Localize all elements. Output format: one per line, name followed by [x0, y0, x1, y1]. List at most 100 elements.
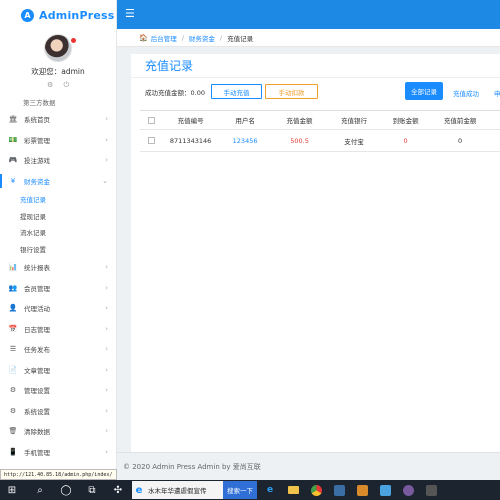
column-header[interactable]: 充值编号: [163, 115, 217, 125]
cog-icon: ⚙: [9, 406, 17, 415]
sidebar-item[interactable]: 🏛 系统首页 ›: [0, 109, 116, 130]
chrome-browser-icon[interactable]: [306, 480, 326, 500]
settings-icon: ⚙: [9, 386, 17, 395]
chevron-right-icon: ›: [105, 386, 108, 395]
sidebar-item[interactable]: 🗑 清除数据 ›: [0, 421, 116, 442]
select-all-checkbox[interactable]: [148, 116, 156, 124]
all-records-button[interactable]: 全部记录: [405, 82, 443, 100]
pinwheel-icon[interactable]: ✣: [110, 485, 126, 496]
chevron-right-icon: ›: [105, 345, 108, 354]
logo-icon: A: [21, 8, 34, 22]
all-records-label: 全部记录: [411, 88, 437, 96]
windows-start-icon[interactable]: ⊞: [4, 485, 20, 496]
sidebar-item[interactable]: ☰ 任务发布 ›: [0, 339, 116, 360]
column-header[interactable]: 用户名: [218, 115, 272, 125]
trash-icon: 🗑: [8, 427, 18, 436]
drive-app-icon[interactable]: [352, 480, 372, 500]
column-header[interactable]: 到账金额: [381, 115, 430, 125]
sidebar-subitem[interactable]: 提现记录: [0, 208, 116, 225]
sidebar-item-label: 彩票管理: [24, 136, 50, 145]
breadcrumb-current: 充值记录: [227, 34, 254, 43]
sidebar-subitem[interactable]: 流水记录: [0, 224, 116, 241]
sync-app-icon[interactable]: [375, 480, 395, 500]
manual-deduct-label: 手动扣款: [278, 88, 305, 97]
taskbar: ⊞ ⌕ ◯ ⧉ ✣ e 水木年华遭虐假宣传 搜索一下 e: [0, 480, 500, 500]
sidebar-item[interactable]: ⚙ 系统设置 ›: [0, 401, 116, 422]
file-explorer-icon[interactable]: [283, 480, 303, 500]
logo[interactable]: A AdminPress: [0, 0, 116, 30]
amount-cell: 500.5: [290, 136, 309, 145]
sidebar-item[interactable]: 🎮 投注游戏 ›: [0, 150, 116, 171]
edge-browser-icon[interactable]: e: [260, 480, 280, 500]
bar-chart-icon: 📊: [8, 263, 18, 272]
breadcrumb-parent[interactable]: 财务资金: [189, 33, 215, 43]
ie-search-button[interactable]: 搜索一下: [223, 481, 257, 499]
power-icon[interactable]: ⏻: [63, 81, 69, 89]
breadcrumb-home[interactable]: 后台管理: [151, 33, 177, 43]
task-view-icon[interactable]: ⧉: [84, 485, 100, 496]
sidebar-item[interactable]: 💵 彩票管理 ›: [0, 130, 116, 151]
divider: [131, 77, 500, 78]
breadcrumb: 🏠 后台管理 / 财务资金 / 充值记录: [117, 29, 500, 47]
sidebar-item-label: 代理活动: [24, 305, 50, 314]
username-cell[interactable]: 123456: [218, 137, 272, 145]
home-icon[interactable]: 🏠: [139, 34, 148, 42]
column-header[interactable]: 充值金额: [272, 115, 326, 125]
chevron-right-icon: ›: [105, 427, 108, 436]
sidebar-item-label: 投注游戏: [24, 157, 50, 166]
sidebar-item[interactable]: ⚙ 管理设置 ›: [0, 380, 116, 401]
filter-recharge-success-link[interactable]: 充值成功: [453, 88, 479, 98]
recharge-records-card: 充值记录 成功充值金额：0.00 手动充值 手动扣款 全部记录 充值成功 申 充…: [131, 54, 500, 452]
chevron-right-icon: ›: [105, 135, 108, 144]
gamepad-icon: 🎮: [8, 156, 18, 165]
agent-icon: 👤: [8, 304, 18, 313]
avatar[interactable]: [44, 34, 78, 62]
recharge-table: 充值编号 用户名 充值金额 充值银行 到账金额 充值前金额 8711343146…: [140, 110, 500, 152]
success-amount-label: 成功充值金额：0.00: [145, 89, 205, 97]
arrived-amount-cell: 0: [403, 136, 408, 145]
chevron-down-icon: ⌄: [102, 176, 108, 185]
sidebar-item[interactable]: 📅 日志管理 ›: [0, 319, 116, 340]
breadcrumb-separator: /: [219, 33, 223, 42]
sidebar-item[interactable]: 👥 会员管理 ›: [0, 278, 116, 299]
row-select-cell: [140, 137, 163, 144]
notification-badge-icon: [69, 36, 78, 45]
network-app-icon[interactable]: [329, 480, 349, 500]
hamburger-menu-icon[interactable]: ☰: [125, 7, 135, 20]
sidebar-item[interactable]: ¥ 财务资金 ⌄: [0, 171, 116, 192]
before-amount-cell: 0: [458, 136, 463, 145]
welcome-text: 欢迎您：admin: [31, 67, 85, 76]
document-icon: 📄: [8, 365, 18, 374]
breadcrumb-separator: /: [181, 33, 184, 42]
column-header[interactable]: 充值前金额: [430, 115, 490, 125]
manual-deduct-button[interactable]: 手动扣款: [265, 84, 318, 99]
sidebar-item[interactable]: 📊 统计报表 ›: [0, 257, 116, 278]
media-app-icon[interactable]: [398, 480, 418, 500]
sidebar-subitem[interactable]: 充值记录: [0, 191, 116, 208]
tray-app-icon[interactable]: [421, 480, 441, 500]
sidebar-item-label: 系统首页: [24, 116, 50, 125]
ie-news-text[interactable]: 水木年华遭虐假宣传: [146, 485, 223, 495]
sidebar-item-label: 会员管理: [24, 284, 50, 293]
chevron-right-icon: ›: [105, 263, 108, 272]
column-header[interactable]: 充值银行: [327, 115, 381, 125]
sidebar-item[interactable]: 📄 文章管理 ›: [0, 360, 116, 381]
ie-icon: e: [135, 484, 143, 496]
chevron-right-icon: ›: [105, 304, 108, 313]
chevron-right-icon: ›: [105, 115, 108, 124]
manual-recharge-button[interactable]: 手动充值: [211, 84, 262, 99]
row-checkbox[interactable]: [148, 137, 156, 144]
cortana-circle-icon[interactable]: ◯: [58, 485, 74, 496]
sidebar-item-label: 清除数据: [24, 428, 50, 437]
search-icon[interactable]: ⌕: [32, 485, 48, 496]
sidebar-item[interactable]: 👤 代理活动 ›: [0, 298, 116, 319]
filter-pending-link[interactable]: 申: [494, 88, 500, 98]
sidebar-item[interactable]: 📱 手机管理 ›: [0, 442, 116, 463]
gear-icon[interactable]: ⚙: [47, 81, 53, 89]
ie-search-widget[interactable]: e 水木年华遭虐假宣传 搜索一下: [132, 481, 257, 499]
sidebar-subitem[interactable]: 银行设置: [0, 241, 116, 258]
sidebar-section-title: 第三方数据: [23, 99, 56, 107]
order-number-cell: 8711343146: [169, 136, 212, 145]
bank-icon: 🏛: [8, 115, 18, 124]
table-row[interactable]: 8711343146 123456 500.5 支付宝 0 0: [140, 130, 500, 152]
